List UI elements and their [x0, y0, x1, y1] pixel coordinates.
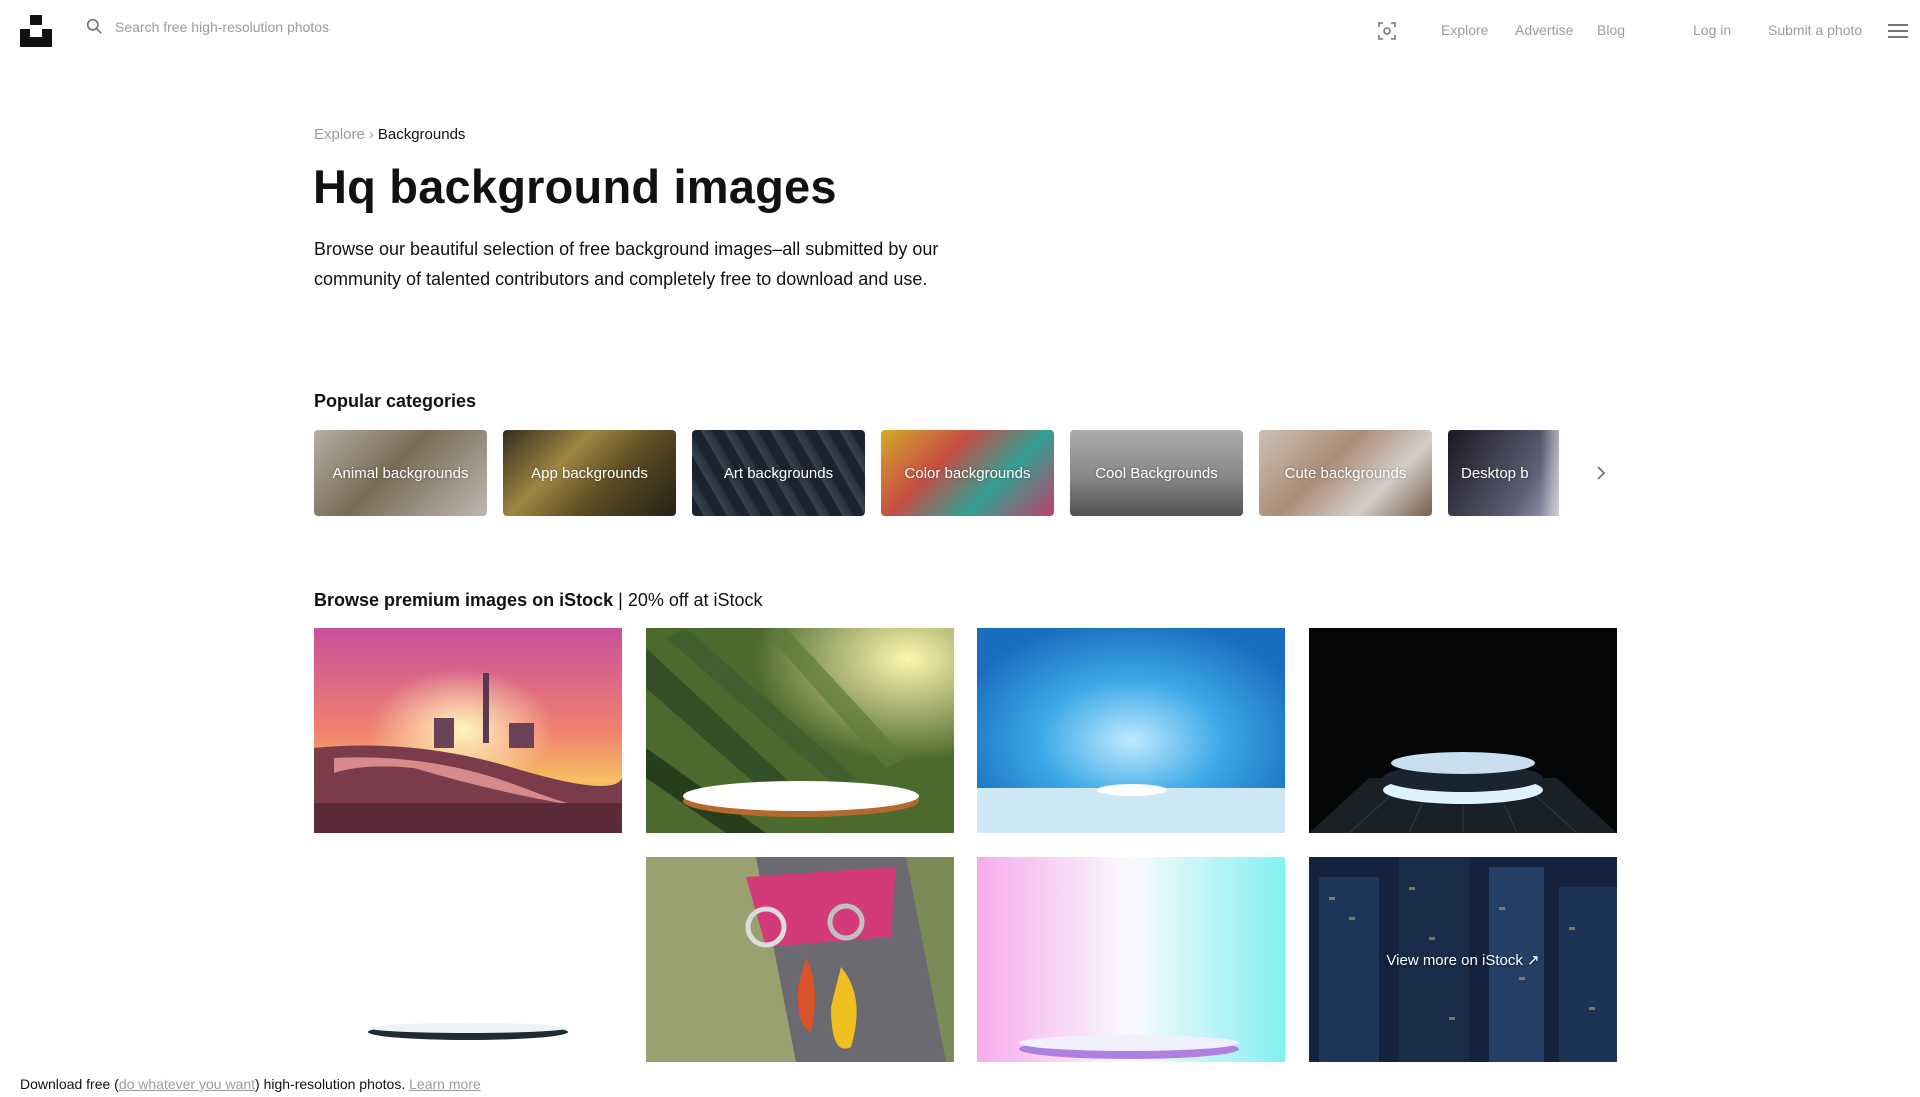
nav-blog-link[interactable]: Blog [1597, 22, 1625, 38]
istock-promo[interactable]: 20% off at iStock [628, 590, 763, 610]
istock-image-table-leaves[interactable] [646, 628, 954, 833]
submit-photo-button[interactable]: Submit a photo [1768, 22, 1862, 38]
category-label: App backgrounds [531, 464, 648, 482]
visual-search-icon[interactable] [1377, 21, 1397, 41]
footer-prefix: Download free ( [20, 1076, 119, 1092]
footer-middle: ) high-resolution photos. [255, 1076, 406, 1092]
nav-explore-link[interactable]: Explore [1441, 22, 1488, 38]
hamburger-menu-icon[interactable] [1888, 22, 1908, 40]
category-label: Color backgrounds [904, 464, 1031, 482]
category-label: Desktop b [1461, 464, 1529, 482]
category-card-app[interactable]: App backgrounds [503, 430, 676, 516]
search-icon[interactable] [86, 18, 103, 35]
category-card-art[interactable]: Art backgrounds [692, 430, 865, 516]
popular-categories-title: Popular categories [314, 391, 477, 411]
istock-image-climbing-gear[interactable] [646, 857, 954, 1062]
istock-image-city-sunset[interactable] [314, 628, 622, 833]
login-link[interactable]: Log in [1693, 22, 1731, 38]
unsplash-logo-icon[interactable] [20, 15, 52, 47]
category-label: Animal backgrounds [332, 464, 469, 482]
view-more-istock-link[interactable]: View more on iStock ↗ [1309, 857, 1617, 1062]
istock-image-blue-podium[interactable] [977, 628, 1285, 833]
learn-more-link[interactable]: Learn more [409, 1076, 481, 1092]
category-card-cute[interactable]: Cute backgrounds [1259, 430, 1432, 516]
page-title: Hq background images [313, 160, 837, 213]
search-input[interactable] [115, 18, 375, 35]
breadcrumb-current: Backgrounds [377, 126, 466, 143]
chevron-right-icon[interactable] [1590, 462, 1612, 484]
category-card-animal[interactable]: Animal backgrounds [314, 430, 487, 516]
nav-advertise-link[interactable]: Advertise [1515, 22, 1573, 38]
category-card-color[interactable]: Color backgrounds [881, 430, 1054, 516]
breadcrumb: Explore › Backgrounds [314, 126, 465, 143]
istock-image-neon-podium[interactable] [1309, 628, 1617, 833]
category-carousel: Animal backgrounds App backgrounds Art b… [314, 430, 1559, 516]
category-label: Cute backgrounds [1284, 464, 1407, 482]
search-bar[interactable] [86, 18, 375, 35]
category-card-cool[interactable]: Cool Backgrounds [1070, 430, 1243, 516]
istock-section-title: Browse premium images on iStock | 20% of… [314, 590, 763, 611]
carousel-fade [1540, 430, 1580, 516]
page-description: Browse our beautiful selection of free b… [314, 239, 939, 289]
license-link[interactable]: do whatever you want [119, 1076, 255, 1092]
category-label: Cool Backgrounds [1095, 464, 1218, 482]
istock-image-white-podium[interactable] [314, 857, 622, 1062]
category-label: Art backgrounds [723, 464, 834, 482]
istock-title-bold[interactable]: Browse premium images on iStock [314, 590, 613, 610]
istock-image-city-night[interactable]: View more on iStock ↗ [1309, 857, 1617, 1062]
istock-image-pastel-podium[interactable] [977, 857, 1285, 1062]
top-bar: Explore Advertise Blog Log in Submit a p… [0, 0, 1920, 62]
breadcrumb-explore-link[interactable]: Explore [314, 126, 365, 143]
download-free-banner: Download free (do whatever you want) hig… [0, 1070, 1920, 1097]
istock-separator: | [618, 590, 623, 610]
breadcrumb-separator: › [368, 126, 374, 143]
